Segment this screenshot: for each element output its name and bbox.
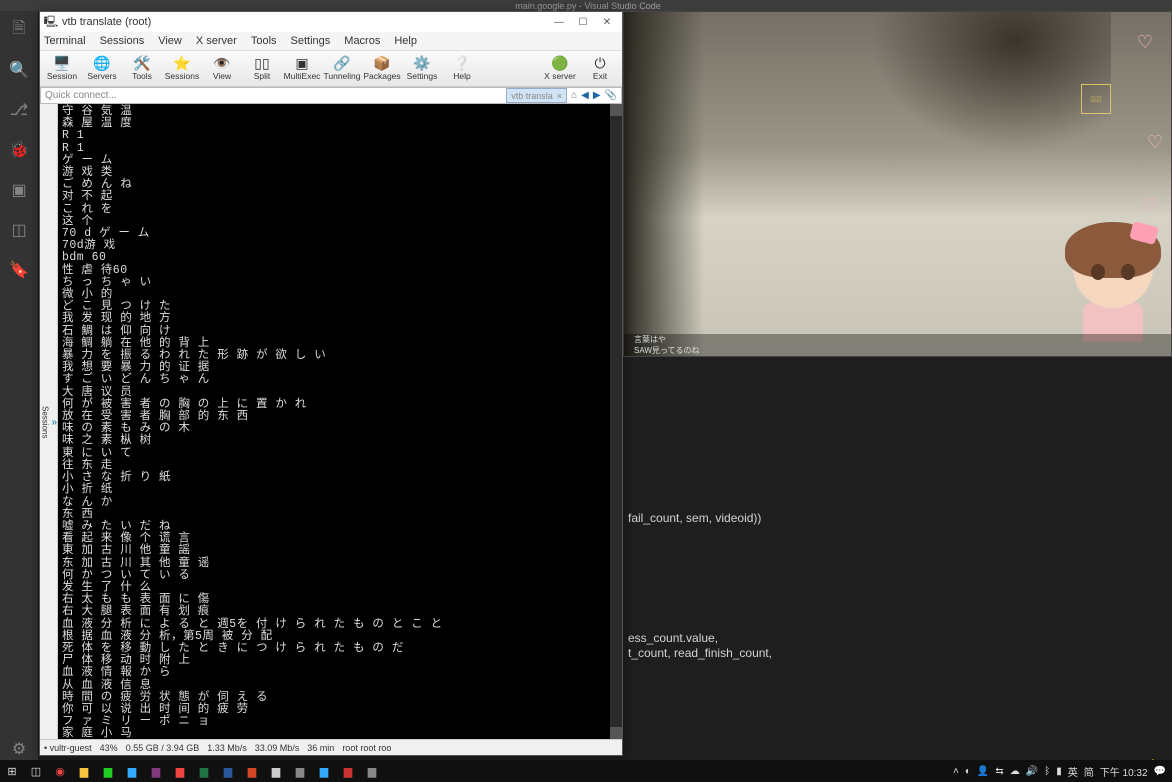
menu-xserver[interactable]: X server — [196, 35, 237, 47]
tray-up-icon[interactable]: ˄ — [953, 766, 959, 777]
moba-menubar: Terminal Sessions View X server Tools Se… — [40, 32, 622, 51]
heart-icon: ♡ — [1137, 32, 1153, 53]
scm-icon[interactable]: ⎇ — [8, 99, 30, 121]
menu-sessions[interactable]: Sessions — [100, 35, 145, 47]
extensions-icon[interactable]: ▣ — [8, 179, 30, 201]
menu-tools[interactable]: Tools — [251, 35, 277, 47]
tray-time[interactable]: 下午 10:32 — [1100, 764, 1148, 779]
toolbar-view-button[interactable]: 👁️View — [202, 52, 242, 86]
toolbar-help-button[interactable]: ❔Help — [442, 52, 482, 86]
moba-status-4: 33.09 Mb/s — [255, 743, 300, 753]
files-icon[interactable]: 🗎 — [8, 19, 30, 41]
menu-macros[interactable]: Macros — [344, 35, 380, 47]
windows-taskbar: ⊞ ◫ ◉ ▆ ▆ ▆ ▆ ▆ ▆ ▆ ▆ ▆ ▆ ▆ ▆ ▆ ˄ ◐ 👤 ⇆ … — [0, 760, 1172, 782]
moba-status-5: 36 min — [307, 743, 334, 753]
start-button[interactable]: ⊞ — [0, 760, 24, 782]
maximize-button[interactable]: ☐ — [572, 14, 594, 30]
taskview-icon[interactable]: ◫ — [24, 760, 48, 782]
moba-quickconnect[interactable]: Quick connect... vtb transla× ⌂ ◀ ▶ 📎 — [40, 87, 622, 104]
app-icon-3[interactable]: ▆ — [336, 760, 360, 782]
moba-title-text: vtb translate (root) — [62, 16, 151, 28]
toolbar-xserver-button[interactable]: 🟢X server — [540, 52, 580, 86]
tray-batt-icon[interactable]: ▮ — [1056, 766, 1062, 777]
moba-titlebar[interactable]: 🖳 vtb translate (root) — ☐ ✕ — [40, 12, 622, 32]
toolbar-tools-button[interactable]: 🛠️Tools — [122, 52, 162, 86]
vscode-title: main.google.py - Visual Studio Code — [515, 1, 660, 11]
terminal-scrollbar[interactable] — [610, 104, 622, 739]
tray-vol-icon[interactable]: 🔊 — [1026, 766, 1038, 777]
minimize-button[interactable]: — — [548, 14, 570, 30]
toolbar-packages-button[interactable]: 📦Packages — [362, 52, 402, 86]
tray-cloud-icon[interactable]: ☁ — [1010, 766, 1020, 777]
toolbar-multiexec-button[interactable]: ▣MultiExec — [282, 52, 322, 86]
moba-toolbar: 🖥️Session🌐Servers🛠️Tools⭐Sessions👁️View▯… — [40, 51, 622, 87]
menu-help[interactable]: Help — [394, 35, 417, 47]
terminal-icon[interactable]: ▆ — [264, 760, 288, 782]
system-tray: ˄ ◐ 👤 ⇆ ☁ 🔊 ᛒ ▮ 英 简 下午 10:32 💬 — [953, 764, 1172, 779]
chrome-icon[interactable]: ◉ — [48, 760, 72, 782]
toolbar-tunneling-button[interactable]: 🔗Tunneling — [322, 52, 362, 86]
toolbar-sessions-button[interactable]: ⭐Sessions — [162, 52, 202, 86]
vscode-activitybar: 🗎 🔍 ⎇ 🐞 ▣ ◫ 🔖 ⚙ — [0, 11, 38, 760]
tray-people-icon[interactable]: 👤 — [977, 766, 989, 777]
terminal-output[interactable]: 守 谷 気 温 森 屋 温 度 R 1 R 1 ゲ ー ム 游 戏 类 ご め … — [58, 104, 610, 739]
moba-status-2: 0.55 GB / 3.94 GB — [126, 743, 200, 753]
toolbar-session-button[interactable]: 🖥️Session — [42, 52, 82, 86]
excel-icon[interactable]: ▆ — [192, 760, 216, 782]
mobaxterm-window: 🖳 vtb translate (root) — ☐ ✕ Terminal Se… — [39, 11, 623, 756]
video-overlay: ♡ ♡ ♡ ▯▯▯ 言葉はや SAW見ってるのね — [623, 11, 1172, 357]
gear-icon[interactable]: ⚙ — [8, 738, 30, 760]
close-icon[interactable]: × — [557, 91, 562, 101]
moba-statusbar: • vultr-guest 43% 0.55 GB / 3.94 GB 1.33 Mb… — [40, 739, 622, 755]
attach-icon[interactable]: 📎 — [605, 90, 617, 101]
side-arrow-icon[interactable]: » — [51, 417, 57, 428]
test-icon[interactable]: ◫ — [8, 219, 30, 241]
moba-status-3: 1.33 Mb/s — [207, 743, 247, 753]
tray-github-icon[interactable]: ◐ — [965, 766, 971, 777]
terminal-tab[interactable]: vtb transla× — [506, 88, 567, 103]
app-icon-4[interactable]: ▆ — [360, 760, 384, 782]
vscode-titlebar: main.google.py - Visual Studio Code — [0, 0, 1172, 11]
search-icon[interactable]: 🔍 — [8, 59, 30, 81]
heart-icon: ♡ — [1147, 132, 1163, 153]
toolbar-split-button[interactable]: ▯▯Split — [242, 52, 282, 86]
quick-connect-placeholder: Quick connect... — [45, 90, 117, 101]
debug-icon[interactable]: 🐞 — [8, 139, 30, 161]
tray-notif-icon[interactable]: 💬 — [1154, 766, 1166, 777]
tray-bt-icon[interactable]: ᛒ — [1044, 766, 1050, 777]
next-icon[interactable]: ▶ — [593, 90, 601, 101]
moba-status-1: 43% — [100, 743, 118, 753]
tray-net-icon[interactable]: ⇆ — [995, 766, 1003, 777]
toolbar-settings-button[interactable]: ⚙️Settings — [402, 52, 442, 86]
game-hud: ▯▯▯ — [1081, 84, 1111, 114]
prev-icon[interactable]: ◀ — [581, 90, 589, 101]
moba-status-0: • vultr-guest — [44, 743, 92, 753]
menu-settings[interactable]: Settings — [291, 35, 331, 47]
wechat-icon[interactable]: ▆ — [96, 760, 120, 782]
app-icon-2[interactable]: ▆ — [288, 760, 312, 782]
video-caption: 言葉はや SAW見ってるのね — [624, 334, 1171, 356]
side-sessions[interactable]: Sessions — [40, 406, 49, 438]
app-icon[interactable]: ▆ — [168, 760, 192, 782]
vscode-icon[interactable]: ▆ — [120, 760, 144, 782]
home-icon[interactable]: ⌂ — [571, 90, 577, 101]
tray-ime-lang[interactable]: 英 — [1068, 764, 1078, 779]
ppt-icon[interactable]: ▆ — [240, 760, 264, 782]
word-icon[interactable]: ▆ — [216, 760, 240, 782]
menu-view[interactable]: View — [158, 35, 182, 47]
folder-icon[interactable]: ▆ — [72, 760, 96, 782]
vtuber-avatar — [1063, 228, 1163, 348]
tray-ime-mode[interactable]: 简 — [1084, 764, 1094, 779]
vscode-icon-2[interactable]: ▆ — [312, 760, 336, 782]
toolbar-servers-button[interactable]: 🌐Servers — [82, 52, 122, 86]
toolbar-exit-button[interactable]: ⏻Exit — [580, 52, 620, 86]
menu-terminal[interactable]: Terminal — [44, 35, 86, 47]
bookmark-icon[interactable]: 🔖 — [8, 259, 30, 281]
moba-app-icon: 🖳 — [44, 15, 58, 29]
moba-status-6: root root roo — [342, 743, 391, 753]
moba-sidebar: » Sessions ★ Tools 🔧 Macros ✎ Sftp ● — [40, 104, 58, 739]
close-button[interactable]: ✕ — [596, 14, 618, 30]
onenote-icon[interactable]: ▆ — [144, 760, 168, 782]
heart-icon: ♡ — [1141, 195, 1157, 216]
